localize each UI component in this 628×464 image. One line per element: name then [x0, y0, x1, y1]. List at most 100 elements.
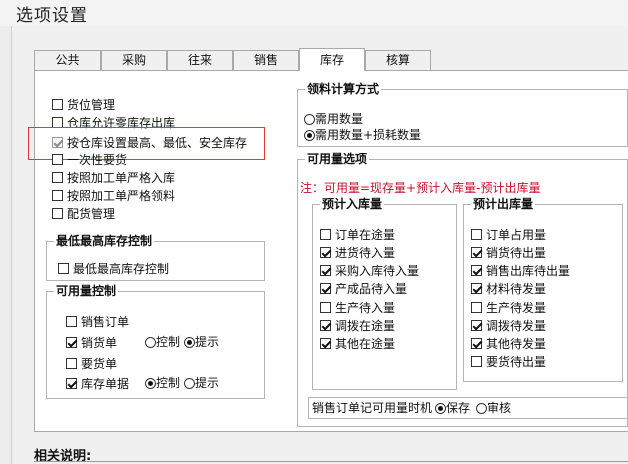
option-label: 要货单 [81, 356, 118, 371]
option-label: 销售订单 [81, 314, 130, 329]
checkbox[interactable] [320, 265, 331, 276]
option-label: 调拨待发量 [486, 318, 547, 333]
background-app-strip [0, 0, 12, 464]
radio[interactable] [304, 130, 315, 141]
title-bar: 选项设置 [0, 0, 628, 26]
option-finished-goods-pending[interactable]: 产成品待入量 [320, 280, 407, 296]
tab-sales[interactable]: 销售 [233, 50, 299, 70]
option-label: 一次性要货 [67, 152, 128, 167]
radio-label: 审核 [487, 401, 512, 415]
checkbox[interactable] [471, 265, 482, 276]
option-location-management[interactable]: 货位管理 [52, 96, 115, 112]
radio[interactable] [435, 403, 446, 414]
tab-inventory[interactable]: 库存 [299, 48, 365, 71]
checkbox[interactable] [320, 320, 331, 331]
option-sales-delivery[interactable]: 销货单 [66, 334, 117, 350]
radio[interactable] [184, 378, 195, 389]
radio-timing-save[interactable]: 保存 [435, 400, 470, 416]
checkbox[interactable] [52, 208, 63, 219]
option-label: 要货待出量 [486, 354, 547, 369]
option-sales-issue-pending[interactable]: 销售出库待出量 [471, 262, 570, 278]
radio-label: 控制 [156, 376, 181, 390]
option-production-pending-in[interactable]: 生产待入量 [320, 299, 395, 315]
tab-public[interactable]: 公共 [34, 50, 101, 70]
radio-required-plus-loss[interactable]: 需用数量+损耗数量 [304, 127, 421, 143]
option-label: 生产待发量 [486, 300, 547, 315]
option-purchase-pending-in[interactable]: 进货待入量 [320, 244, 395, 260]
checkbox[interactable] [52, 154, 63, 165]
radio[interactable] [304, 114, 315, 125]
option-label: 配货管理 [67, 206, 116, 221]
option-strict-requisition[interactable]: 按照加工单严格领料 [52, 187, 175, 203]
checkbox[interactable] [66, 378, 77, 389]
checkbox[interactable] [471, 320, 482, 331]
option-label: 其他待发量 [486, 336, 547, 351]
option-requisition-pending-out[interactable]: 要货待出量 [471, 353, 546, 369]
option-purchase-receipt-pending[interactable]: 采购入库待入量 [320, 262, 419, 278]
option-stock-limit-control[interactable]: 最低最高库存控制 [58, 260, 169, 276]
checkbox[interactable] [58, 263, 69, 274]
checkbox[interactable] [471, 229, 482, 240]
radio-label: 需用数量+损耗数量 [315, 128, 422, 142]
option-label: 最低最高库存控制 [73, 261, 170, 276]
radio[interactable] [184, 337, 195, 348]
checkbox[interactable] [52, 172, 63, 183]
tab-label: 核算 [385, 53, 410, 67]
tab-accounting[interactable]: 核算 [365, 50, 431, 70]
option-label: 其他在途量 [335, 336, 396, 351]
checkbox[interactable] [52, 137, 63, 148]
option-distribution-management[interactable]: 配货管理 [52, 205, 115, 221]
checkbox[interactable] [66, 358, 77, 369]
radio[interactable] [476, 403, 487, 414]
footer-divider [34, 461, 628, 462]
option-label: 按仓库设置最高、最低、安全库存 [67, 135, 248, 150]
option-material-pending-issue[interactable]: 材料待发量 [471, 280, 546, 296]
checkbox[interactable] [471, 283, 482, 294]
checkbox[interactable] [320, 229, 331, 240]
radio-label: 提示 [195, 376, 220, 390]
checkbox[interactable] [52, 190, 63, 201]
checkbox[interactable] [52, 99, 63, 110]
radio-required-qty[interactable]: 需用数量 [304, 111, 363, 127]
option-one-time-request[interactable]: 一次性要货 [52, 151, 127, 167]
checkbox[interactable] [320, 338, 331, 349]
option-sales-pending-out[interactable]: 销货待出量 [471, 244, 546, 260]
option-sales-order[interactable]: 销售订单 [66, 313, 129, 329]
option-label: 生产待入量 [335, 300, 396, 315]
radio-sales-delivery-control[interactable]: 控制 [145, 334, 180, 350]
option-order-in-transit[interactable]: 订单在途量 [320, 226, 395, 242]
option-transfer-in-transit[interactable]: 调拨在途量 [320, 317, 395, 333]
tab-purchase[interactable]: 采购 [101, 50, 167, 70]
option-warehouse-stock-limits[interactable]: 按仓库设置最高、最低、安全库存 [52, 134, 247, 150]
option-transfer-pending-issue[interactable]: 调拨待发量 [471, 317, 546, 333]
option-label: 采购入库待入量 [335, 263, 420, 278]
radio[interactable] [145, 378, 156, 389]
option-other-in-transit[interactable]: 其他在途量 [320, 335, 395, 351]
option-order-occupied[interactable]: 订单占用量 [471, 226, 546, 242]
checkbox[interactable] [320, 283, 331, 294]
option-other-pending-issue[interactable]: 其他待发量 [471, 335, 546, 351]
group-title: 预计出库量 [471, 197, 536, 211]
checkbox[interactable] [66, 316, 77, 327]
checkbox[interactable] [66, 337, 77, 348]
option-production-pending-issue[interactable]: 生产待发量 [471, 299, 546, 315]
checkbox[interactable] [320, 302, 331, 313]
checkbox[interactable] [320, 247, 331, 258]
option-strict-receipt[interactable]: 按照加工单严格入库 [52, 169, 175, 185]
tab-dealings[interactable]: 往来 [167, 50, 233, 70]
radio[interactable] [145, 337, 156, 348]
checkbox[interactable] [471, 338, 482, 349]
radio-label: 提示 [195, 335, 220, 349]
option-inventory-docs[interactable]: 库存单据 [66, 375, 129, 391]
radio-inventory-docs-prompt[interactable]: 提示 [184, 375, 219, 391]
option-label: 进货待入量 [335, 245, 396, 260]
checkbox[interactable] [471, 356, 482, 367]
radio-timing-review[interactable]: 审核 [476, 400, 511, 416]
radio-inventory-docs-control[interactable]: 控制 [145, 375, 180, 391]
option-requisition[interactable]: 要货单 [66, 355, 117, 371]
checkbox[interactable] [471, 302, 482, 313]
radio-sales-delivery-prompt[interactable]: 提示 [184, 334, 219, 350]
timing-label: 销售订单记可用量时机 [312, 400, 432, 416]
option-label: 库存单据 [81, 376, 130, 391]
checkbox[interactable] [471, 247, 482, 258]
